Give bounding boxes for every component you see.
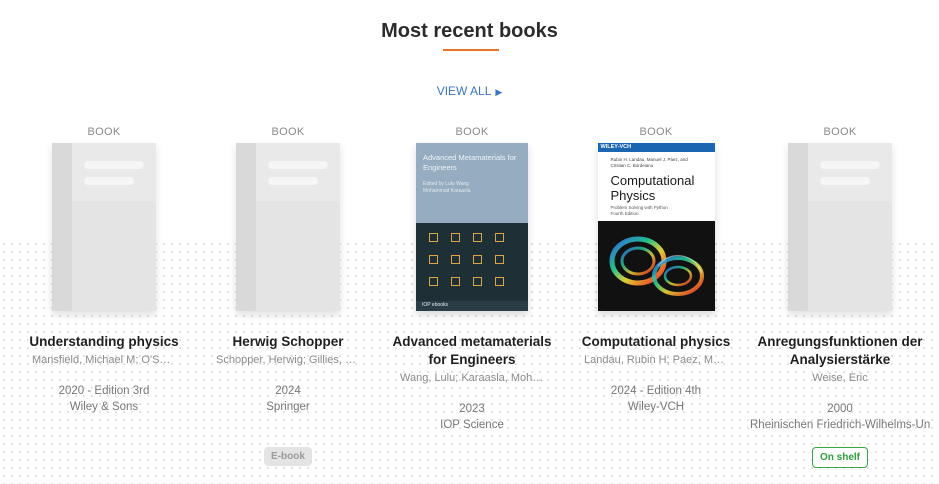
item-type-label: BOOK: [823, 126, 857, 138]
book-card-computational-physics[interactable]: BOOK WILEY-VCH Rubin H. Landau, Manuel J…: [566, 126, 746, 415]
cover-publisher-text: WILEY-VCH: [600, 144, 632, 150]
cover-line: [820, 161, 880, 169]
title-underline: [443, 49, 499, 51]
view-all-label: VIEW ALL: [436, 84, 492, 98]
cover-line: [84, 177, 134, 185]
book-title[interactable]: Herwig Schopper: [198, 333, 378, 351]
book-authors: Schopper, Herwig; Gillies, James: [216, 354, 378, 366]
cover-band: [72, 201, 156, 311]
book-publisher: Wiley-VCH: [627, 401, 685, 413]
book-title[interactable]: Computational physics: [566, 333, 746, 351]
cover-pattern: [451, 233, 460, 242]
cover-band: [808, 201, 892, 311]
cover-authors-text: Rubin H. Landau, Manuel J. Páez, and Cri…: [610, 157, 688, 168]
cover-pattern: [429, 233, 438, 242]
cover-line: [84, 161, 144, 169]
book-year-edition: 2024: [275, 385, 301, 397]
cover-pattern: [473, 277, 482, 286]
cover-subtitle: Problem Solving with Python Fourth Editio…: [611, 205, 668, 217]
cover-spine: [236, 143, 256, 311]
cover-pattern: [429, 255, 438, 264]
item-type-label: BOOK: [639, 126, 673, 138]
cover-pattern: [495, 255, 504, 264]
cover-attractor-art: [597, 221, 715, 311]
view-all-link[interactable]: VIEW ALL ▶: [0, 84, 939, 98]
book-cover-image[interactable]: Advanced Metamaterials for Engineers Edi…: [416, 143, 528, 311]
cover-subtitle-text: Problem Solving with Python: [610, 205, 668, 210]
book-cover-placeholder[interactable]: [236, 143, 340, 311]
cover-line: [820, 177, 870, 185]
cover-pattern: [451, 255, 460, 264]
book-title[interactable]: Understanding physics: [14, 333, 194, 351]
book-year-edition: 2024 - Edition 4th: [610, 385, 702, 397]
cover-pattern: [429, 277, 438, 286]
book-authors: Landau, Rubin H; Paez, Manuel J; Bordeia…: [584, 354, 746, 366]
book-card-herwig-schopper[interactable]: BOOK Herwig Schopper Schopper, Herwig; G…: [198, 126, 378, 466]
book-card-understanding-physics[interactable]: BOOK Understanding physics Mansfield, Mi…: [14, 126, 194, 415]
caret-right-icon: ▶: [495, 87, 503, 97]
section-title: Most recent books: [381, 20, 558, 42]
cover-pattern: [495, 277, 504, 286]
book-authors: Wang, Lulu; Karaasla, Mohammad: [400, 372, 562, 384]
book-cover-placeholder[interactable]: [788, 143, 892, 311]
cover-title-text: Advanced Metamaterials for Engineers: [423, 153, 517, 172]
book-publisher: IOP Science: [440, 419, 504, 431]
cover-band: [256, 201, 340, 311]
item-type-label: BOOK: [455, 126, 489, 138]
on-shelf-badge[interactable]: On shelf: [811, 447, 868, 468]
book-card-advanced-metamaterials[interactable]: BOOK Advanced Metamaterials for Engineer…: [382, 126, 562, 433]
cover-footer: IOP ebooks: [416, 301, 528, 311]
item-type-label: BOOK: [271, 126, 305, 138]
book-cover-placeholder[interactable]: [52, 143, 156, 311]
cover-title-line2: Physics: [610, 188, 656, 203]
book-title[interactable]: Anregungsfunktionen der Analysierstärke: [750, 333, 930, 369]
cover-publisher-strip: WILEY-VCH: [597, 143, 715, 152]
book-authors: Weise, Eric: [812, 372, 868, 384]
book-year-edition: 2000: [827, 403, 853, 415]
item-type-label: BOOK: [87, 126, 121, 138]
cover-title: Computational Physics: [611, 173, 695, 203]
cover-pattern: [495, 233, 504, 242]
cover-footer-text: IOP ebooks: [422, 302, 449, 308]
cover-line: [268, 177, 318, 185]
cover-spine: [788, 143, 808, 311]
book-cover-image[interactable]: WILEY-VCH Rubin H. Landau, Manuel J. Páe…: [597, 143, 715, 311]
cover-pattern: [451, 277, 460, 286]
ebook-badge[interactable]: E-book: [264, 447, 312, 466]
cover-editors-text: Edited by Lulu Wang Mohammad Karaasla: [423, 181, 471, 194]
book-year-edition: 2023: [459, 403, 485, 415]
book-year-edition: 2020 - Edition 3rd: [58, 385, 150, 397]
book-card-anregungsfunktionen[interactable]: BOOK Anregungsfunktionen der Analysierst…: [750, 126, 930, 468]
book-authors: Mansfield, Michael M; O'Sullivan, Colm: [32, 354, 194, 366]
cover-pattern: [473, 233, 482, 242]
book-publisher: Springer: [266, 401, 310, 413]
cover-title-line1: Computational: [610, 173, 695, 188]
cover-line: [268, 161, 328, 169]
cover-metamaterial-art: [416, 223, 528, 301]
cover-spine: [52, 143, 72, 311]
cover-edition-text: Fourth Edition: [610, 211, 639, 216]
book-publisher: Wiley & Sons: [69, 401, 139, 413]
book-publisher: Rheinischen Friedrich-Wilhelms-Universit…: [750, 419, 930, 431]
book-title[interactable]: Advanced metamaterials for Engineers: [382, 333, 562, 369]
cover-pattern: [473, 255, 482, 264]
attractor-graphic: [609, 236, 704, 296]
